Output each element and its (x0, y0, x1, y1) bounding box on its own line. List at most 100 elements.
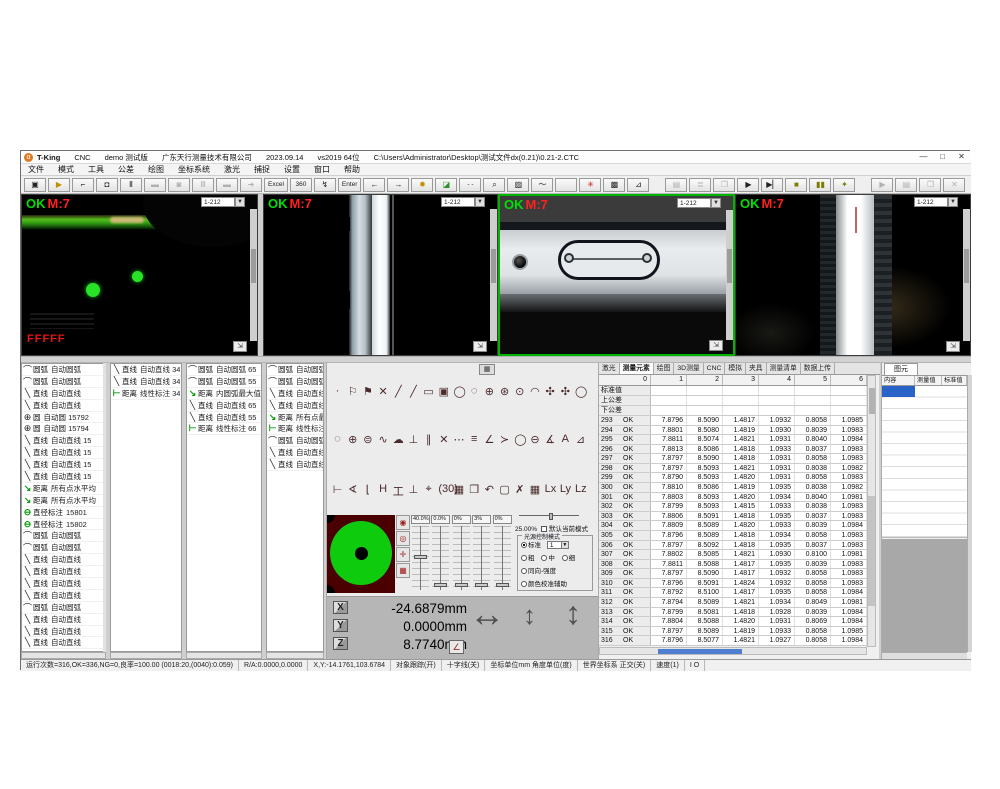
jog-y-arrow-icon[interactable]: ↕ (523, 601, 536, 629)
toolbar-button[interactable]: ◘ (96, 178, 118, 192)
tool-icon[interactable]: ✣ (545, 385, 556, 398)
tool-icon[interactable]: Lz (575, 483, 586, 499)
tool-icon[interactable]: ⊖ (529, 433, 540, 446)
selected-cell[interactable] (882, 386, 915, 397)
table-row[interactable]: 307OK 7.8802 8.5085 1.4821 1.0930 0.8100… (599, 550, 867, 560)
tab-cnc[interactable]: CNC (704, 363, 726, 374)
col-header[interactable]: 0 (599, 375, 651, 385)
table-row[interactable]: 305OK 7.8796 8.5089 1.4818 1.0934 0.8058… (599, 531, 867, 541)
measure-item[interactable]: ╲ 直线 自动直线 55 (267, 400, 323, 412)
table-row[interactable]: 306OK 7.8797 8.5092 1.4818 1.0935 0.8037… (599, 541, 867, 551)
light-mode-button[interactable]: ▦ (396, 563, 410, 578)
camera-scrollbar[interactable] (963, 209, 970, 341)
table-row[interactable]: 293OK 7.8796 8.5090 1.4817 1.0932 0.8058… (599, 416, 867, 426)
tab-measure-elements[interactable]: 测量元素 (620, 363, 654, 374)
camera-scrollbar[interactable] (490, 209, 497, 341)
camera-range-combo[interactable]: 1-212 (914, 197, 948, 207)
tab-data-upload[interactable]: 数据上传 (801, 363, 835, 374)
palette-mode-button[interactable]: ▦ (479, 364, 495, 375)
tool-icon[interactable]: ◯ (514, 433, 525, 446)
table-row[interactable]: 314OK 7.8804 8.5088 1.4820 1.0931 0.8069… (599, 617, 867, 627)
menu-item[interactable]: 公差 (111, 164, 141, 176)
jog-z-arrow-icon[interactable]: ↕ (565, 597, 581, 629)
col-header[interactable]: 1 (651, 375, 687, 385)
toolbar-button[interactable]: ▣ (24, 178, 46, 192)
table-row[interactable]: 312OK 7.8794 8.5089 1.4821 1.0934 0.8049… (599, 598, 867, 608)
toolbar-button[interactable]: ▶ (871, 178, 893, 192)
table-row[interactable]: 302OK 7.8799 8.5093 1.4815 1.0933 0.8038… (599, 502, 867, 512)
table-vscrollbar[interactable] (867, 375, 876, 647)
toolbar-button[interactable]: ➜ (240, 178, 262, 192)
tool-icon[interactable]: ≻ (499, 433, 510, 446)
measure-item[interactable]: ╲ 直线 自动直线 15 (22, 435, 105, 447)
measure-item[interactable]: ↘ 距离 所有点水平均 (22, 483, 105, 495)
table-row[interactable]: 303OK 7.8806 8.5091 1.4818 1.0935 0.8037… (599, 512, 867, 522)
toolbar-button[interactable]: ▶ (48, 178, 70, 192)
measure-item[interactable]: ╲ 直线 自动直线 (22, 566, 105, 578)
camera-range-combo[interactable]: 1-212 (441, 197, 475, 207)
measure-item[interactable]: ⌒ 圆弧 自动圆弧 55 (187, 376, 261, 388)
maximize-button[interactable]: □ (933, 151, 952, 163)
measure-item[interactable]: ╲ 直线 自动直线 15 (22, 471, 105, 483)
toolbar-button[interactable]: ✳ (579, 178, 601, 192)
measure-item[interactable]: ╲ 直线 自动直线 (22, 578, 105, 590)
tool-icon[interactable]: ▦ (454, 483, 465, 499)
angle-jog-button[interactable]: ∠ (449, 640, 464, 654)
toolbar-button[interactable]: ◪ (435, 178, 457, 192)
tool-icon[interactable]: ◯ (575, 385, 586, 398)
toolbar-button[interactable]: 〜 (531, 178, 553, 192)
table-hscrollbar[interactable] (599, 647, 867, 655)
measure-item[interactable]: ⌒ 圆弧 自动圆弧 65 (187, 364, 261, 376)
measure-item[interactable]: ⌒ 圆弧 自动圆弧 (22, 364, 105, 376)
radio-fine[interactable] (562, 555, 568, 561)
toolbar-button[interactable]: ◙ (168, 178, 190, 192)
measure-item[interactable]: ⌒ 圆弧 自动圆弧 (22, 602, 105, 614)
toolbar-button[interactable]: ▬ (216, 178, 238, 192)
measure-item[interactable]: ╲ 直线 自动直线 34 (111, 364, 181, 376)
tab-fixture[interactable]: 夹具 (746, 363, 767, 374)
menu-item[interactable]: 坐标系统 (171, 164, 217, 176)
menu-item[interactable]: 激光 (217, 164, 247, 176)
tool-icon[interactable]: ⊕ (347, 433, 358, 446)
measure-item[interactable]: ╲ 直线 自动直线 (22, 388, 105, 400)
tab-measure-list[interactable]: 测量清单 (767, 363, 801, 374)
col-header[interactable]: 6 (831, 375, 867, 385)
tool-icon[interactable]: ∢ (347, 483, 358, 499)
tool-icon[interactable]: Lx (545, 483, 556, 499)
tool-icon[interactable]: ≡ (469, 433, 480, 446)
tool-icon[interactable]: Ly (560, 483, 571, 499)
light-mode-button[interactable]: ◎ (396, 531, 410, 546)
menu-item[interactable]: 文件 (21, 164, 51, 176)
measure-item[interactable]: ╲ 直线 自动直线 55 (187, 412, 261, 424)
measure-item[interactable]: ↘ 距离 内圆弧最大值 (187, 388, 261, 400)
table-row[interactable]: 309OK 7.8797 8.5090 1.4817 1.0932 0.8058… (599, 569, 867, 579)
toolbar-button[interactable]: ▬ (144, 178, 166, 192)
tool-icon[interactable]: ⋯ (454, 433, 465, 446)
measure-item[interactable]: ⌒ 圆弧 自动圆弧 55 (267, 376, 323, 388)
toolbar-button[interactable]: ⌐ (72, 178, 94, 192)
toolbar-button[interactable]: ✦ (833, 178, 855, 192)
light-mode-button[interactable]: ✛ (396, 547, 410, 562)
tool-icon[interactable]: ▦ (529, 483, 540, 499)
toolbar-button[interactable]: ❒ (919, 178, 941, 192)
col-header[interactable]: 2 (687, 375, 723, 385)
toolbar-button[interactable]: ⊿ (627, 178, 649, 192)
tool-icon[interactable]: ▢ (499, 483, 510, 499)
menu-item[interactable]: 设置 (277, 164, 307, 176)
toolbar-button[interactable]: Ⅲ (192, 178, 214, 192)
light-slider[interactable]: 3% (472, 515, 492, 595)
table-row[interactable]: 299OK 7.8790 8.5093 1.4820 1.0931 0.8058… (599, 473, 867, 483)
toolbar-button[interactable]: ▶ (737, 178, 759, 192)
tool-icon[interactable]: ⊕ (484, 385, 495, 398)
close-button[interactable]: ✕ (952, 151, 971, 163)
tool-icon[interactable]: ▭ (423, 385, 434, 398)
slider-thumb[interactable] (496, 583, 509, 587)
tool-icon[interactable]: ◠ (529, 385, 540, 398)
slider-thumb[interactable] (455, 583, 468, 587)
measure-item[interactable]: ⌒ 圆弧 自动圆弧 (22, 542, 105, 554)
jog-xy-arrow-icon[interactable]: ↔ (469, 599, 505, 629)
camera-view-2[interactable]: OKM:7 1-212 ▼ ⇲ (263, 194, 498, 356)
measure-item[interactable]: ╲ 直线 自动直线 (22, 626, 105, 638)
tool-icon[interactable]: ⊥ (408, 483, 419, 499)
measure-item[interactable]: ╲ 直线 自动直线 52 (267, 459, 323, 471)
